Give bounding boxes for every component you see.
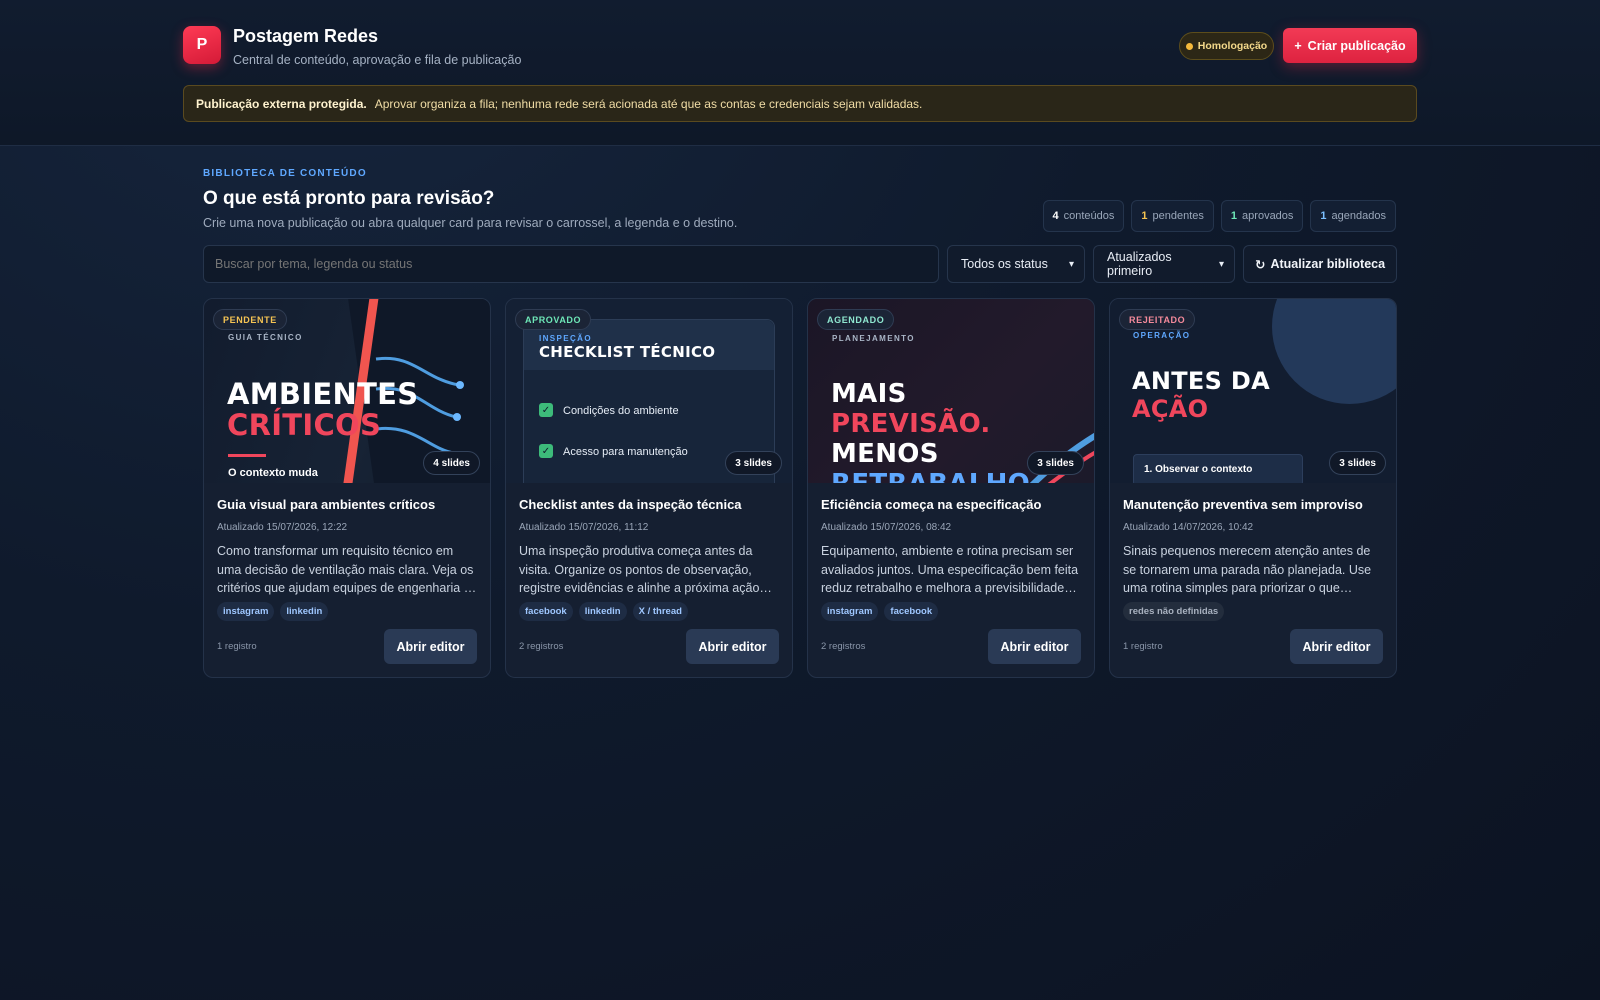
app-subtitle: Central de conteúdo, aprovação e fila de… — [233, 53, 522, 67]
tag-instagram: instagram — [217, 602, 275, 621]
search-input[interactable] — [203, 245, 939, 283]
chevron-down-icon: ▾ — [1068, 258, 1074, 270]
thumbnail-headline-accent: AÇÃO — [1132, 395, 1209, 423]
content-card[interactable]: REJEITADO OPERAÇÃO ANTES DA AÇÃO 1. Obse… — [1109, 298, 1397, 678]
card-description: Como transformar um requisito técnico em… — [217, 544, 474, 595]
thumbnail-tagline: O contexto muda — [228, 467, 318, 479]
thumbnail-headline: ANTES DA — [1132, 367, 1270, 395]
checklist-item: Condições do ambiente — [563, 405, 679, 417]
protection-alert: Publicação externa protegida. Aprovar or… — [183, 85, 1417, 122]
stats-bar: 4 conteúdos 1 pendentes 1 aprovados 1 agenda… — [1042, 200, 1396, 232]
status-badge: REJEITADO — [1119, 309, 1196, 330]
slides-count: 3 slides — [725, 451, 782, 475]
card-description: Uma inspeção produtiva começa antes da v… — [519, 544, 760, 595]
card-updated: Atualizado 14/07/2026, 10:42 — [1123, 522, 1254, 533]
tag-facebook: facebook — [519, 602, 573, 621]
card-title: Checklist antes da inspeção técnica — [519, 497, 742, 512]
refresh-library-button[interactable]: ↻ Atualizar biblioteca — [1243, 245, 1397, 283]
thumbnail-kicker: PLANEJAMENTO — [832, 334, 915, 343]
decorative-circle — [1272, 299, 1396, 404]
card-updated: Atualizado 15/07/2026, 11:12 — [519, 522, 649, 533]
alert-title: Publicação externa protegida. — [196, 96, 367, 111]
card-thumbnail: APROVADO INSPEÇÃO CHECKLIST TÉCNICO ✓ Co… — [506, 299, 792, 483]
records-count: 2 registros — [519, 641, 564, 652]
tag-linkedin: linkedin — [280, 602, 329, 621]
thumbnail-headline: MENOS — [831, 439, 939, 469]
stat-contents: 4 conteúdos — [1042, 200, 1125, 232]
stat-scheduled: 1 agendados — [1310, 200, 1396, 232]
content-card[interactable]: AGENDADO PLANEJAMENTO MAIS PREVISÃO. MEN… — [807, 298, 1095, 678]
card-title: Guia visual para ambientes críticos — [217, 497, 436, 512]
card-title: Manutenção preventiva sem improviso — [1123, 497, 1363, 512]
open-editor-button[interactable]: Abrir editor — [1290, 629, 1383, 664]
stat-pending: 1 pendentes — [1131, 200, 1214, 232]
top-header: P Postagem Redes Central de conteúdo, ap… — [0, 0, 1600, 146]
card-updated: Atualizado 15/07/2026, 08:42 — [821, 522, 952, 533]
records-count: 1 registro — [217, 641, 257, 652]
slides-count: 3 slides — [1027, 451, 1084, 475]
section-eyebrow: BIBLIOTECA DE CONTEÚDO — [203, 168, 367, 179]
checklist-item: Acesso para manutenção — [563, 446, 688, 458]
app-logo-icon: P — [183, 26, 221, 64]
card-updated: Atualizado 15/07/2026, 12:22 — [217, 522, 348, 533]
network-tags: instagram facebook — [821, 602, 1081, 621]
network-tags: instagram linkedin — [217, 602, 477, 621]
card-thumbnail: REJEITADO OPERAÇÃO ANTES DA AÇÃO 1. Obse… — [1110, 299, 1396, 483]
open-editor-button[interactable]: Abrir editor — [686, 629, 779, 664]
thumbnail-headline: MAIS — [831, 379, 907, 409]
stat-approved: 1 aprovados — [1220, 200, 1304, 232]
slides-count: 3 slides — [1329, 451, 1386, 475]
thumbnail-step: 1. Observar o contexto — [1133, 454, 1303, 483]
content-card[interactable]: PENDENTE GUIA TÉCNICO AMBIENTES CRÍTICOS… — [203, 298, 491, 678]
brand: P Postagem Redes Central de conteúdo, ap… — [183, 26, 521, 67]
check-icon: ✓ — [539, 444, 553, 458]
status-dot-icon — [1185, 42, 1193, 50]
create-publication-button[interactable]: + Criar publicação — [1283, 28, 1417, 63]
page-subtitle: Crie uma nova publicação ou abra qualque… — [203, 216, 738, 230]
tag-linkedin: linkedin — [578, 602, 627, 621]
thumbnail-headline-accent: CRÍTICOS — [227, 408, 382, 442]
alert-text: Aprovar organiza a fila; nenhuma rede se… — [374, 96, 923, 111]
page-title: O que está pronto para revisão? — [203, 188, 495, 209]
chevron-down-icon: ▾ — [1218, 258, 1224, 270]
accent-divider — [228, 454, 266, 457]
thumbnail-headline-accent: RETRABALHO — [831, 470, 1030, 483]
content-card[interactable]: APROVADO INSPEÇÃO CHECKLIST TÉCNICO ✓ Co… — [505, 298, 793, 678]
card-thumbnail: AGENDADO PLANEJAMENTO MAIS PREVISÃO. MEN… — [808, 299, 1094, 483]
thumbnail-headline: AMBIENTES — [227, 377, 419, 411]
environment-badge: Homologação — [1179, 32, 1274, 60]
network-tags: redes não definidas — [1123, 602, 1383, 621]
card-description: Sinais pequenos merecem atenção antes de… — [1123, 544, 1372, 595]
tag-x-thread: X / thread — [632, 602, 688, 621]
refresh-icon: ↻ — [1254, 257, 1266, 272]
records-count: 2 registros — [821, 641, 866, 652]
tag-undefined-networks: redes não definidas — [1123, 602, 1225, 621]
thumbnail-headline: CHECKLIST TÉCNICO — [539, 343, 716, 361]
check-icon: ✓ — [539, 403, 553, 417]
status-badge: PENDENTE — [213, 309, 287, 330]
records-count: 1 registro — [1123, 641, 1163, 652]
card-title: Eficiência começa na especificação — [821, 497, 1042, 512]
environment-label: Homologação — [1197, 40, 1268, 52]
plus-icon: + — [1294, 38, 1302, 53]
open-editor-button[interactable]: Abrir editor — [988, 629, 1081, 664]
card-thumbnail: PENDENTE GUIA TÉCNICO AMBIENTES CRÍTICOS… — [204, 299, 490, 483]
open-editor-button[interactable]: Abrir editor — [384, 629, 477, 664]
sort-select[interactable]: Atualizados primeiro ▾ — [1093, 245, 1235, 283]
thumbnail-kicker: OPERAÇÃO — [1133, 331, 1191, 340]
thumbnail-headline-accent: PREVISÃO. — [831, 409, 991, 439]
status-badge: AGENDADO — [817, 309, 895, 330]
create-publication-label: Criar publicação — [1307, 38, 1406, 53]
network-tags: facebook linkedin X / thread — [519, 602, 779, 621]
tag-facebook: facebook — [884, 602, 939, 621]
app-title: Postagem Redes — [233, 26, 379, 46]
status-badge: APROVADO — [515, 309, 592, 330]
thumbnail-kicker: INSPEÇÃO — [539, 334, 592, 343]
tag-instagram: instagram — [821, 602, 879, 621]
card-description: Equipamento, ambiente e rotina precisam … — [821, 544, 1079, 595]
status-filter-select[interactable]: Todos os status ▾ — [947, 245, 1085, 283]
slides-count: 4 slides — [423, 451, 480, 475]
thumbnail-kicker: GUIA TÉCNICO — [228, 333, 303, 342]
